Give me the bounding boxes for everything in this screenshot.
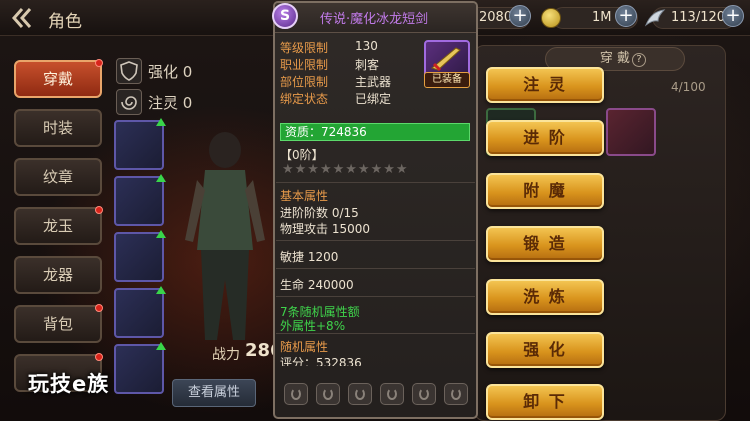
refine-button[interactable]: 洗 炼 — [486, 279, 604, 315]
rarity-badge: S — [272, 3, 298, 29]
power-label: 战力 — [212, 347, 240, 363]
divider — [276, 296, 475, 297]
agility: 敏捷 1200 — [280, 250, 339, 264]
tab-bag-label: 背包 — [42, 315, 73, 333]
quality-bar: 资质：724836 — [280, 123, 470, 141]
tab-emblem-label: 纹章 — [42, 168, 73, 186]
upgrade-arrow-icon — [156, 118, 166, 126]
divider — [276, 182, 475, 183]
item-name: 传说·魔化冰龙短剑 — [320, 12, 429, 27]
tab-dragon-jade[interactable]: 龙玉 — [14, 206, 103, 245]
upgrade-arrow-icon — [156, 342, 166, 350]
forge-button[interactable]: 锻 造 — [486, 226, 604, 262]
gem-socket[interactable] — [412, 383, 436, 405]
upgrade-arrow-icon — [156, 230, 166, 238]
tab-emblem[interactable]: 纹章 — [14, 158, 102, 196]
notification-dot — [95, 206, 103, 214]
field-value: 刺客 — [355, 58, 380, 72]
stage-label: 【0阶】 — [280, 148, 324, 162]
advance-level: 进阶阶数 0/15 — [280, 206, 359, 220]
life: 生命 240000 — [280, 278, 354, 292]
swirl-icon — [116, 89, 142, 115]
enchant-button[interactable]: 附 魔 — [486, 173, 604, 209]
gem-socket[interactable] — [316, 383, 340, 405]
shield-icon — [116, 58, 142, 84]
slot-limit-row: 部位限制 主武器 — [280, 73, 391, 90]
star-rating: ★★★★★★★★★★ — [282, 162, 409, 177]
advance-button[interactable]: 进 阶 — [486, 120, 604, 156]
field-value: 已绑定 — [355, 92, 392, 106]
help-icon[interactable]: ? — [632, 53, 646, 67]
tab-dragon-artifact[interactable]: 龙器 — [14, 256, 102, 294]
random-attr-title: 随机属性 — [280, 340, 329, 354]
strengthen-text: 强化 0 — [148, 63, 193, 81]
class-limit-row: 职业限制 刺客 — [280, 56, 379, 73]
score: 评分：532836 — [280, 356, 362, 366]
bag-item-slot[interactable] — [606, 108, 656, 156]
field-key: 职业限制 — [280, 58, 329, 72]
wing-icon — [644, 9, 666, 27]
divider — [276, 333, 475, 334]
infuse-text: 注灵 0 — [148, 94, 193, 112]
unequip-button[interactable]: 卸 下 — [486, 384, 604, 420]
add-stamina-button[interactable]: + — [722, 5, 744, 27]
equip-slot-armor[interactable] — [114, 230, 166, 282]
gem-socket[interactable] — [348, 383, 372, 405]
divider — [276, 268, 475, 269]
divider — [276, 240, 475, 241]
view-attributes-button[interactable]: 查看属性 — [172, 379, 256, 407]
equip-slot-shoulder[interactable] — [114, 174, 166, 226]
bind-status-row: 绑定状态 已绑定 — [280, 90, 391, 107]
field-value: 主武器 — [355, 75, 392, 89]
field-value: 130 — [355, 39, 378, 53]
tab-dragon-artifact-label: 龙器 — [42, 266, 73, 284]
base-attr-title: 基本属性 — [280, 189, 329, 203]
gold-coin-icon — [541, 8, 561, 28]
equip-slot-helmet[interactable] — [114, 118, 166, 170]
hero-character — [185, 132, 265, 340]
gem-socket[interactable] — [444, 383, 468, 405]
tab-dragon-jade-label: 龙玉 — [42, 217, 73, 235]
equip-slot-gloves[interactable] — [114, 286, 166, 338]
random-bonus-line2: 外属性+8% — [280, 319, 346, 333]
upgrade-arrow-icon — [156, 174, 166, 182]
page-title: 角色 — [48, 12, 82, 32]
add-gems-button[interactable]: + — [509, 5, 531, 27]
bag-count: 4/100 — [671, 80, 706, 94]
gem-socket[interactable] — [380, 383, 404, 405]
back-arrow-icon[interactable] — [10, 6, 36, 30]
phys-attack: 物理攻击 15000 — [280, 222, 370, 236]
add-gold-button[interactable]: + — [615, 5, 637, 27]
equipped-badge: 已装备 — [424, 72, 470, 88]
infuse-button[interactable]: 注 灵 — [486, 67, 604, 103]
field-key: 绑定状态 — [280, 92, 329, 106]
watermark: 玩技e族 — [28, 372, 110, 396]
tab-fashion-label: 时装 — [42, 119, 73, 137]
field-key: 等级限制 — [280, 41, 329, 55]
tab-fashion[interactable]: 时装 — [14, 109, 102, 147]
notification-dot — [95, 353, 103, 361]
gem-value: 2080 — [479, 10, 513, 25]
level-limit-row: 等级限制 130 — [280, 39, 378, 56]
tab-bag[interactable]: 背包 — [14, 304, 103, 343]
field-key: 部位限制 — [280, 75, 329, 89]
tab-wear-label: 穿戴 — [42, 70, 73, 88]
notification-dot — [95, 59, 103, 67]
strengthen-button[interactable]: 强 化 — [486, 332, 604, 368]
notification-dot — [95, 304, 103, 312]
upgrade-arrow-icon — [156, 286, 166, 294]
equip-slot-boots[interactable] — [114, 342, 166, 394]
gold-value: 1M — [592, 10, 612, 25]
stamina-value: 113/120 — [671, 10, 726, 25]
gem-socket[interactable] — [284, 383, 308, 405]
tab-wear[interactable]: 穿戴 — [14, 59, 103, 98]
